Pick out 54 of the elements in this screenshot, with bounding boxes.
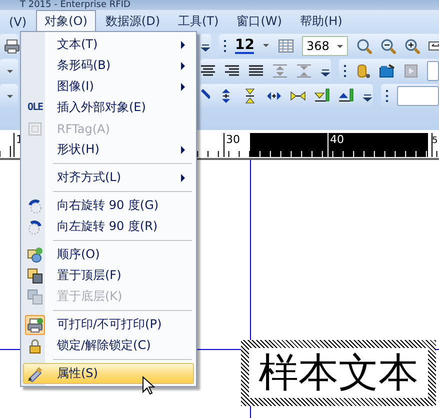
cursor-icon	[142, 376, 155, 396]
sample-text: 样本文本	[258, 349, 418, 397]
expand-icon[interactable]	[272, 62, 288, 78]
rotate-left-icon	[27, 218, 43, 234]
menu-item[interactable]: OLE 插入外部对象(E)	[23, 97, 194, 118]
window-title: T 2015 - Enterprise RFID	[20, 0, 132, 10]
menu-item[interactable]: 图像(I)	[23, 76, 194, 97]
zoom-in-icon[interactable]	[404, 38, 420, 54]
grid-icon[interactable]	[278, 38, 294, 54]
ruler-label: 5	[432, 136, 438, 146]
menu-item[interactable]: 锁定/解除锁定(C)	[23, 335, 194, 356]
menu-item[interactable]: 属性(S)	[23, 363, 194, 384]
collapse-icon[interactable]	[296, 62, 312, 78]
ruler-label: 30	[226, 133, 240, 146]
menu-item[interactable]: 顺序(O)	[23, 244, 194, 265]
menu-item[interactable]: 对象(O)	[36, 10, 96, 33]
tag-icon	[27, 120, 43, 136]
dropdown-arrow-icon[interactable]	[262, 43, 270, 48]
font-size-button[interactable]: 12	[235, 38, 254, 54]
menu-item[interactable]: 工具(T)	[169, 10, 228, 33]
menu-item[interactable]: 帮助(H)	[290, 10, 352, 33]
input-field[interactable]	[427, 60, 439, 80]
bring-to-front-icon	[27, 268, 43, 284]
align-right-icon[interactable]	[224, 62, 240, 78]
menu-item[interactable]: (V)	[0, 10, 36, 33]
ruler-label: 40	[330, 133, 344, 146]
menu-item[interactable]: 文本(T)	[23, 34, 194, 55]
menu-item[interactable]: 形状(H)	[23, 139, 194, 160]
input-field[interactable]	[397, 86, 439, 106]
zoom-combobox[interactable]: 368	[302, 36, 348, 56]
folder-icon[interactable]	[379, 62, 395, 78]
menu-item[interactable]: 数据源(D)	[96, 10, 169, 33]
rotate-right-icon	[27, 198, 43, 214]
lock-icon	[27, 338, 43, 354]
ole-icon: OLE	[27, 102, 43, 113]
align-top-icon[interactable]	[338, 88, 354, 104]
zoom-icon[interactable]	[356, 38, 372, 54]
zoom-out-icon[interactable]	[380, 38, 396, 54]
menu-item[interactable]: 置于顶层(F)	[23, 265, 194, 286]
printer-icon[interactable]	[4, 38, 20, 54]
text-object[interactable]: 样本文本	[241, 340, 436, 406]
menu-item[interactable]: 可打印/不可打印(P)	[23, 314, 194, 335]
align-bottom-icon[interactable]	[314, 88, 330, 104]
order-icon	[27, 246, 43, 262]
properties-icon	[27, 366, 43, 382]
menu-item[interactable]: 对齐方式(L)	[23, 167, 194, 188]
send-to-back-icon	[27, 288, 43, 304]
menu-item[interactable]: 窗口(W)	[228, 10, 291, 33]
align-center-icon[interactable]	[200, 62, 216, 78]
menu-item[interactable]: 向右旋转 90 度(G)	[23, 195, 194, 216]
menu-item[interactable]: 向左旋转 90 度(R)	[23, 216, 194, 237]
menu-item[interactable]: 条形码(B)	[23, 55, 194, 76]
database-icon[interactable]	[355, 62, 371, 78]
justify-icon[interactable]	[248, 62, 264, 78]
